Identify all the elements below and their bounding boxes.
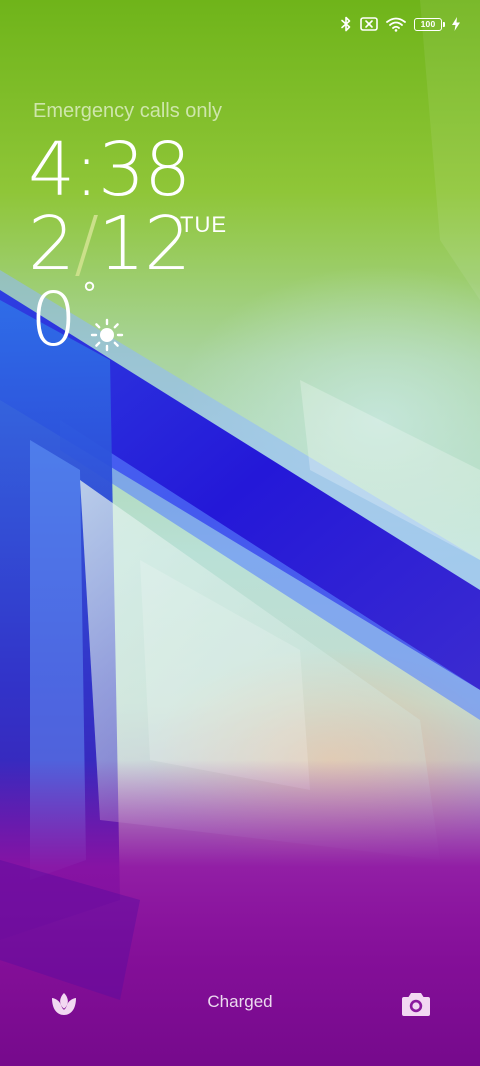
no-sim-icon (360, 17, 378, 31)
lock-screen[interactable]: 100 Emergency calls only 4:38 2/12 TUE 0… (0, 0, 480, 1066)
lockscreen-bottom-bar: Charged (0, 980, 480, 1028)
charging-bolt-icon (452, 17, 460, 31)
date-month: 2 (28, 201, 75, 287)
carrier-status-text: Emergency calls only (33, 100, 222, 122)
date-display: 2/12 (28, 201, 191, 287)
date-separator: / (74, 201, 99, 287)
battery-icon: 100 (414, 17, 445, 31)
sun-icon (90, 318, 124, 352)
date-day: 12 (98, 201, 191, 287)
wifi-icon (386, 17, 406, 32)
bluetooth-icon (340, 16, 352, 32)
clock-time: 4:38 (28, 127, 191, 213)
temperature-value: 0 (30, 277, 78, 363)
weekday-label: TUE (180, 212, 227, 237)
camera-icon[interactable] (398, 986, 434, 1022)
weather-temperature: 0 ° (30, 277, 97, 363)
status-bar: 100 (340, 12, 460, 36)
degree-symbol: ° (82, 277, 97, 312)
